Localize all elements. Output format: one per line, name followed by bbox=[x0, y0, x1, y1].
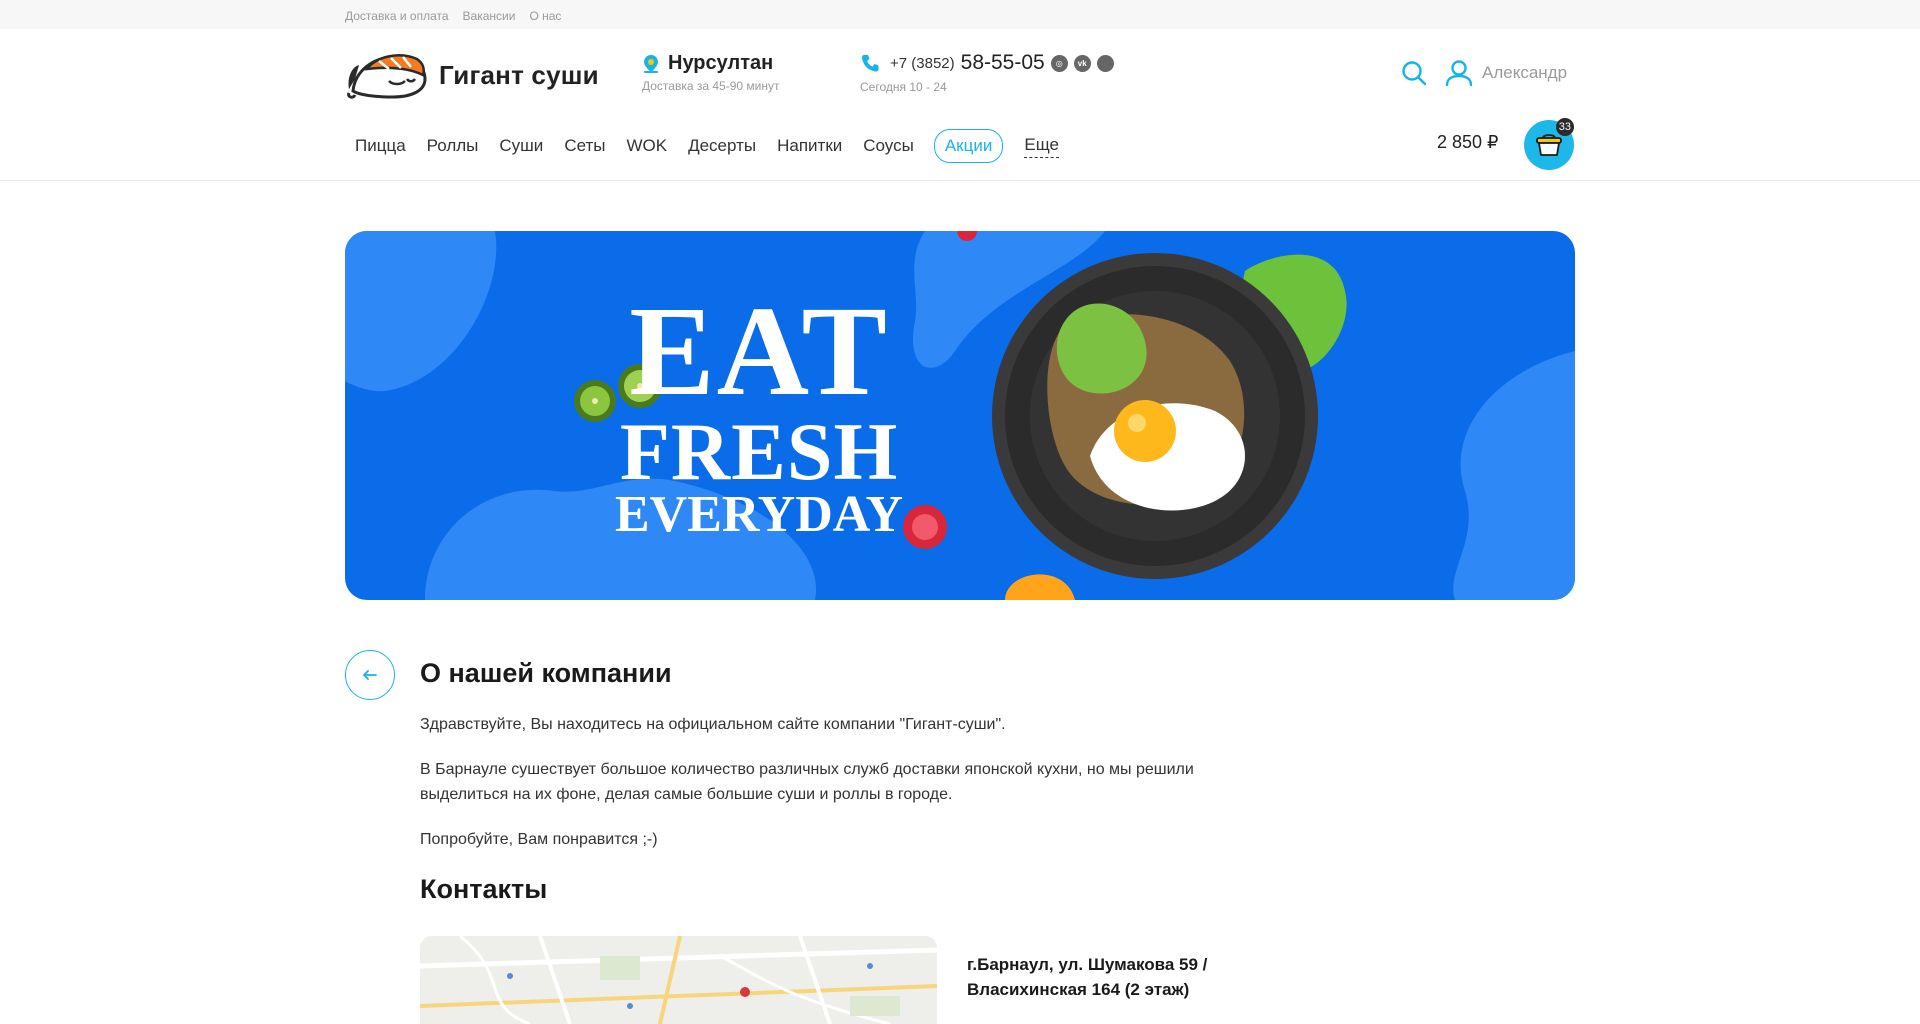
nav-item-rolls[interactable]: Роллы bbox=[427, 136, 479, 156]
cart-button[interactable]: 33 bbox=[1524, 118, 1574, 170]
city-selector[interactable]: Нурсултан Доставка за 45-90 минут bbox=[642, 52, 779, 93]
promo-banner[interactable]: EAT FRESH EVERYDAY bbox=[345, 231, 1575, 600]
contacts-map[interactable] bbox=[420, 936, 937, 1024]
header: Гигант суши Нурсултан Доставка за 45-90 … bbox=[0, 29, 1920, 181]
page-title: О нашей компании bbox=[420, 658, 672, 688]
arrow-left-icon bbox=[363, 670, 377, 680]
nav-item-desserts[interactable]: Десерты bbox=[688, 136, 756, 156]
city-name: Нурсултан bbox=[668, 52, 774, 74]
cart-count-badge: 33 bbox=[1555, 118, 1574, 136]
user-icon bbox=[1445, 60, 1473, 87]
nav-item-drinks[interactable]: Напитки bbox=[777, 136, 842, 156]
top-bar bbox=[0, 0, 1920, 29]
logo[interactable]: Гигант суши bbox=[345, 49, 599, 101]
about-text: Здравствуйте, Вы находитесь на официальн… bbox=[420, 712, 1260, 872]
banner-line-fresh: FRESH bbox=[619, 405, 899, 497]
nav-item-more[interactable]: Еще bbox=[1024, 135, 1059, 158]
banner-line-eat: EAT bbox=[629, 280, 889, 422]
phone-prefix[interactable]: +7 (3852) bbox=[890, 55, 955, 72]
instagram-icon[interactable]: ◎ bbox=[1050, 54, 1068, 72]
link-vacancies[interactable]: Вакансии bbox=[463, 9, 516, 23]
working-hours: Сегодня 10 - 24 bbox=[860, 80, 947, 94]
vk-icon[interactable]: vk bbox=[1073, 54, 1091, 72]
basket-icon bbox=[1536, 134, 1562, 156]
about-paragraph: Попробуйте, Вам понравится ;-) bbox=[420, 831, 658, 848]
user-account[interactable]: Александр bbox=[1444, 59, 1567, 87]
main-nav: Пицца Роллы Суши Сеты WOK Десерты Напитк… bbox=[355, 129, 1080, 163]
banner-background bbox=[345, 231, 1575, 600]
nav-item-wok[interactable]: WOK bbox=[626, 136, 667, 156]
nav-item-pizza[interactable]: Пицца bbox=[355, 136, 406, 156]
banner-line-everyday: EVERYDAY bbox=[615, 486, 904, 544]
about-paragraph: Здравствуйте, Вы находитесь на официальн… bbox=[420, 716, 1006, 733]
nav-item-sushi[interactable]: Суши bbox=[499, 136, 543, 156]
address: г.Барнаул, ул. Шумакова 59 / Власихинска… bbox=[967, 955, 1208, 999]
logo-title: Гигант суши bbox=[439, 59, 599, 90]
search-button[interactable] bbox=[1400, 59, 1428, 87]
about-paragraph: В Барнауле сушествует большое количество… bbox=[420, 761, 1194, 803]
link-delivery[interactable]: Доставка и оплата bbox=[345, 9, 449, 23]
nav-item-sets[interactable]: Сеты bbox=[564, 136, 605, 156]
phone-icon bbox=[862, 55, 879, 72]
cart-total: 2 850 ₽ bbox=[1437, 132, 1499, 152]
circle-icon[interactable] bbox=[1096, 54, 1114, 72]
nav-item-promo[interactable]: Акции bbox=[933, 129, 1004, 163]
top-links: Доставка и оплата Вакансии О нас bbox=[345, 9, 561, 23]
link-about[interactable]: О нас bbox=[529, 9, 561, 23]
contacts-title: Контакты bbox=[420, 874, 548, 904]
nav-item-sauces[interactable]: Соусы bbox=[863, 136, 914, 156]
back-button[interactable] bbox=[345, 650, 395, 700]
user-name: Александр bbox=[1482, 63, 1568, 82]
search-icon bbox=[1402, 61, 1427, 86]
phone-number[interactable]: 58-55-05 bbox=[961, 51, 1045, 75]
banner-headline: EAT FRESH EVERYDAY bbox=[615, 280, 904, 544]
fish-logo-icon bbox=[347, 54, 427, 99]
map-streets bbox=[420, 936, 937, 1024]
delivery-time: Доставка за 45-90 минут bbox=[642, 79, 780, 93]
phone-block: +7 (3852) 58-55-05 ◎ vk Сегодня 10 - 24 bbox=[860, 51, 1114, 94]
location-pin-icon bbox=[644, 54, 658, 73]
